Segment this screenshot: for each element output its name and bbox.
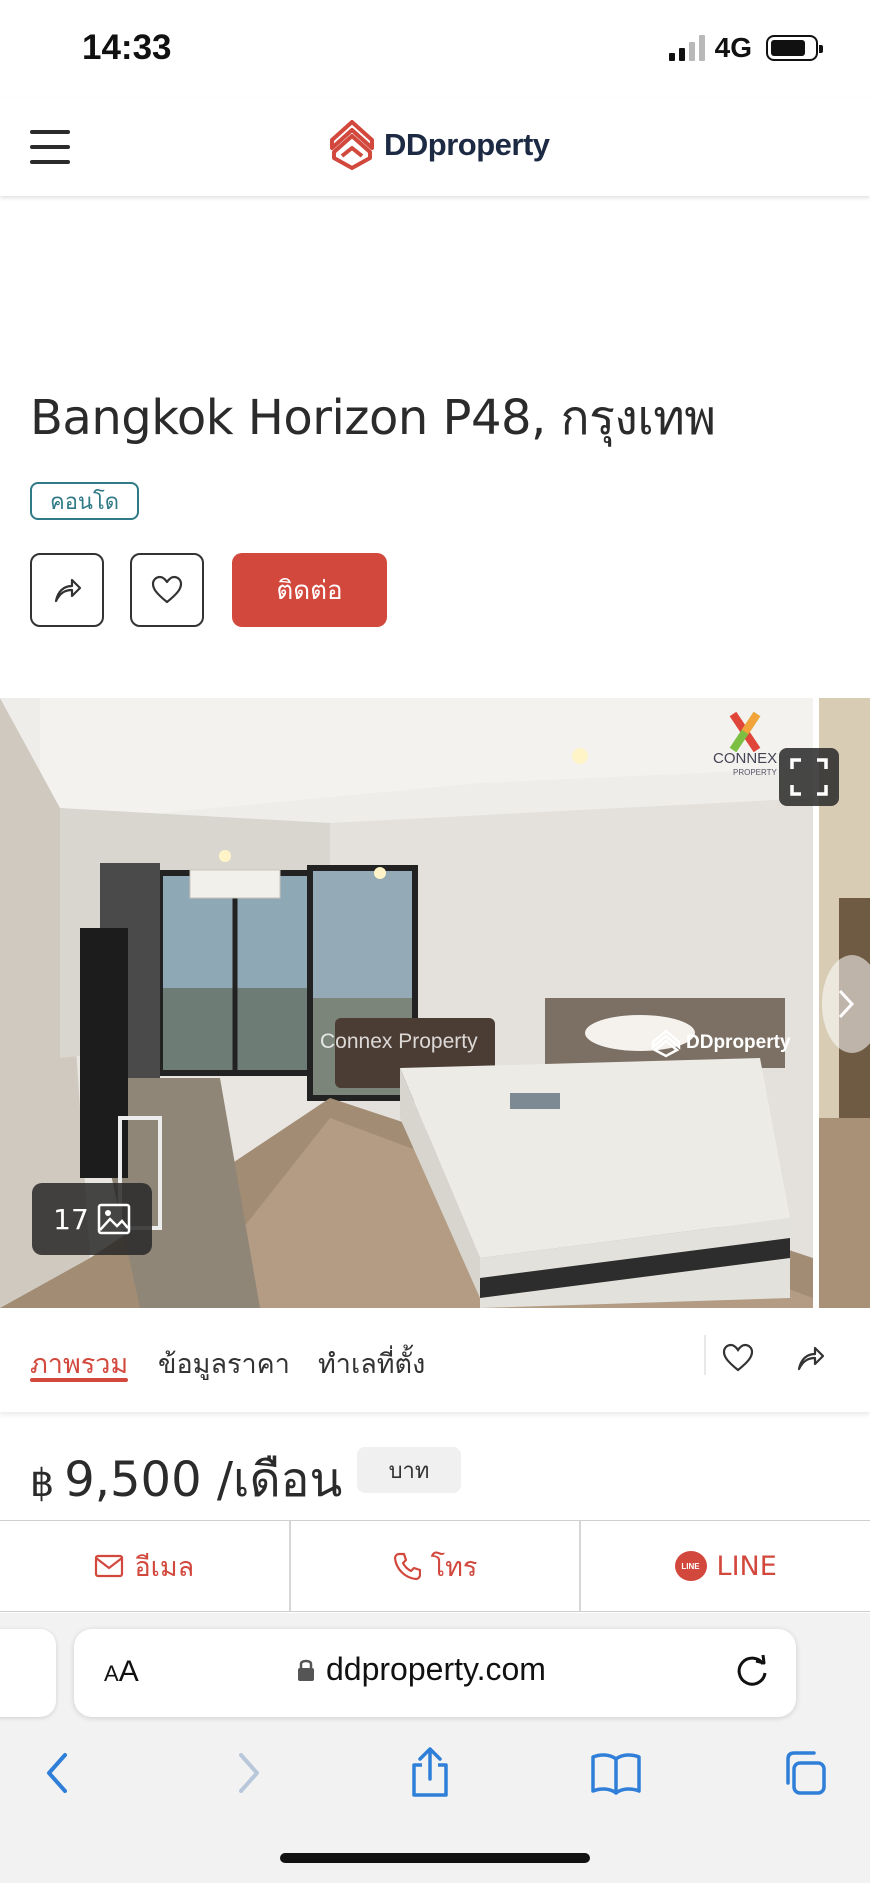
line-button[interactable]: LINE LINE (581, 1521, 870, 1611)
status-time: 14:33 (82, 28, 172, 67)
watermark-agent-text: Connex Property (320, 1030, 478, 1053)
line-label: LINE (716, 1550, 777, 1582)
chevron-left-icon (47, 1753, 67, 1793)
favorite-button[interactable] (130, 553, 204, 627)
phone-icon (393, 1552, 421, 1580)
image-icon (97, 1203, 131, 1235)
tab-price-info[interactable]: ข้อมูลราคา (158, 1342, 290, 1385)
heart-icon (151, 575, 183, 604)
tabs-button[interactable] (776, 1745, 832, 1801)
status-indicators: 4G (668, 32, 823, 64)
price-unit-badge: บาท (357, 1447, 461, 1493)
price-currency: ฿ (30, 1461, 55, 1505)
call-label: โทร (430, 1551, 478, 1583)
share-arrow-icon (54, 578, 82, 603)
hamburger-menu-icon[interactable] (30, 130, 70, 164)
forward-button[interactable] (220, 1745, 276, 1801)
status-bar: 14:33 4G (0, 0, 870, 98)
home-indicator (280, 1853, 590, 1863)
tab-location[interactable]: ทำเลที่ตั้ง (318, 1342, 425, 1385)
reload-button[interactable] (732, 1651, 772, 1695)
tab-favorite-button[interactable] (718, 1338, 758, 1378)
property-type-badge: คอนโด (30, 482, 140, 520)
previous-tab-peek[interactable] (0, 1629, 56, 1717)
share-button[interactable] (30, 553, 104, 627)
listing-title: Bangkok Horizon P48, กรุงเทพ (30, 390, 716, 446)
ddproperty-logo-icon (330, 120, 374, 170)
active-tab-indicator (30, 1378, 128, 1382)
url-display[interactable]: ddproperty.com (296, 1651, 546, 1688)
share-icon (412, 1747, 448, 1797)
tab-share-button[interactable] (790, 1338, 830, 1378)
photo-count-badge[interactable]: 17 (32, 1183, 152, 1255)
network-type: 4G (714, 32, 752, 63)
email-button[interactable]: อีเมล (0, 1521, 291, 1611)
battery-icon (766, 35, 823, 61)
connex-x-logo-icon (729, 711, 761, 753)
aa-large: A (118, 1655, 139, 1688)
contact-bar: อีเมล โทร LINE LINE (0, 1520, 870, 1612)
ddproperty-logo[interactable]: DDproperty (326, 118, 550, 172)
expand-icon (790, 758, 828, 796)
address-bar[interactable]: AA ddproperty.com (74, 1629, 796, 1717)
share-sheet-button[interactable] (402, 1745, 458, 1801)
lock-icon (298, 1659, 314, 1681)
photo-count: 17 (53, 1202, 89, 1236)
next-photo-arrow-button[interactable] (822, 955, 870, 1053)
ddproperty-watermark-icon (651, 1029, 681, 1058)
tab-divider (704, 1335, 706, 1375)
price-amount: 9,500 /เดือน (64, 1452, 343, 1508)
url-text: ddproperty.com (326, 1651, 546, 1687)
aa-small: A (104, 1661, 119, 1686)
fullscreen-button[interactable] (779, 748, 839, 806)
contact-button[interactable]: ติดต่อ (232, 553, 387, 627)
mail-icon (95, 1554, 124, 1578)
watermark-ddproperty: DDproperty (650, 1028, 791, 1058)
share-arrow-icon (797, 1346, 825, 1371)
app-header: DDproperty (0, 98, 870, 196)
agent-logo-subtext: PROPERTY (733, 768, 777, 777)
tabs-icon (786, 1751, 826, 1795)
call-button[interactable]: โทร (291, 1521, 582, 1611)
agent-logo-text: CONNEX (713, 750, 778, 767)
reload-icon (737, 1654, 767, 1686)
heart-icon (722, 1343, 754, 1372)
line-app-icon: LINE (674, 1551, 707, 1581)
back-button[interactable] (30, 1745, 86, 1801)
email-label: อีเมล (134, 1551, 195, 1583)
logo-text: DDproperty (384, 127, 550, 162)
watermark-logo-text: DDproperty (686, 1032, 791, 1053)
chevron-right-icon (239, 1753, 259, 1793)
agent-logo: CONNEX PROPERTY (713, 711, 777, 777)
bookmarks-button[interactable] (588, 1745, 644, 1801)
cellular-signal-icon (668, 35, 705, 61)
book-icon (591, 1753, 641, 1795)
chevron-right-icon (838, 989, 855, 1019)
reader-text-size-button[interactable]: AA (104, 1655, 139, 1689)
listing-price: ฿ 9,500 /เดือน (30, 1442, 342, 1518)
